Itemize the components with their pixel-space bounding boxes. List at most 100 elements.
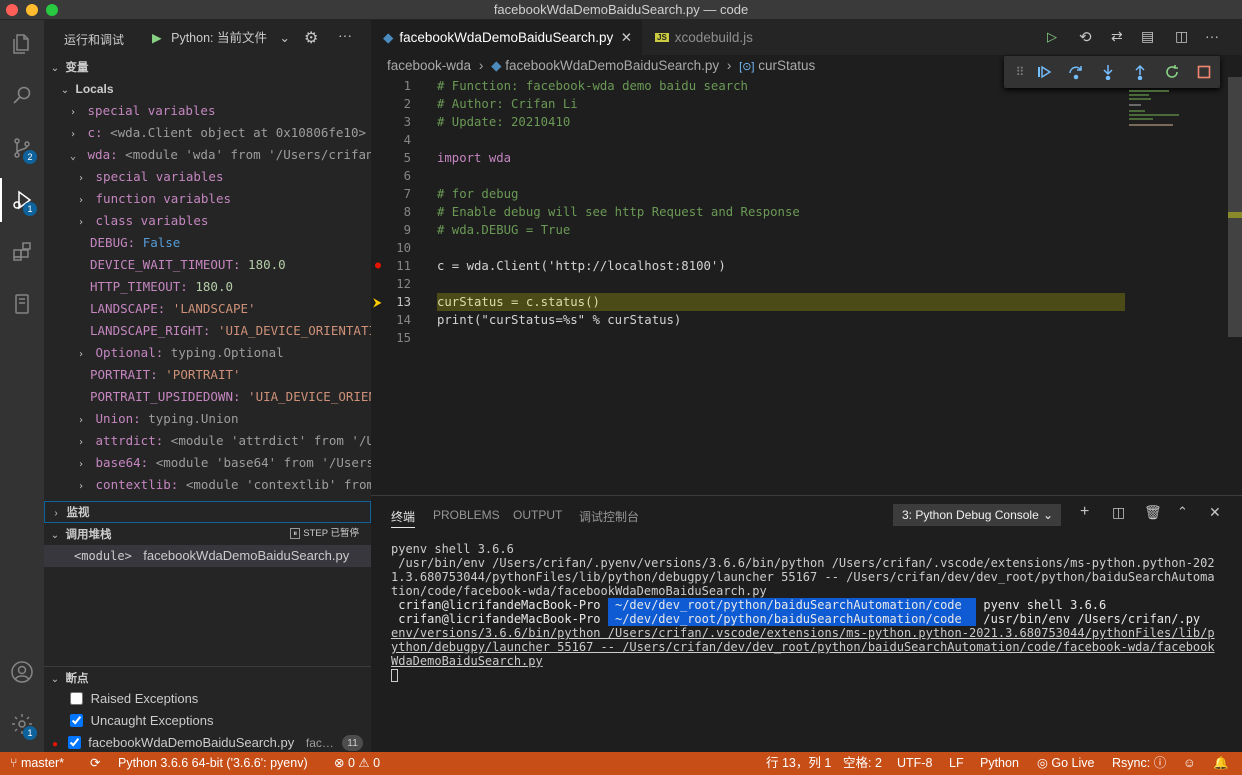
frame-file: facebookWdaDemoBaiduSearch.py [143,548,350,563]
variable-row[interactable]: › function variables [44,188,371,210]
encoding-status[interactable]: UTF-8 [897,752,932,775]
eol-status[interactable]: LF [949,752,964,775]
split-terminal-icon[interactable]: ◫ [1112,504,1125,521]
variable-row[interactable]: › special variables [44,166,371,188]
variable-row[interactable]: HTTP_TIMEOUT: 180.0 [44,276,371,298]
breakpoint-file[interactable]: ● facebookWdaDemoBaiduSearch.py fac… 11 [44,732,371,754]
variable-row[interactable]: › base64: <module 'base64' from '/Users/… [44,452,371,474]
gear-icon[interactable]: ⚙ [304,28,318,48]
branch-status[interactable]: ⑂ master* [10,752,64,775]
chevron-down-icon: ⌄ [69,151,77,162]
code-text: print("curStatus=%s" % curStatus) [437,313,682,327]
open-preview-icon[interactable]: ▤ [1141,28,1154,45]
variable-row[interactable]: › Union: typing.Union [44,408,371,430]
breadcrumb-item[interactable]: curStatus [758,58,815,73]
watch-section-header[interactable]: › 监视 [44,501,371,523]
tab-xcodebuild[interactable]: JS xcodebuild.js [643,20,783,55]
extensions-icon[interactable] [0,230,44,274]
remote-explorer-icon[interactable] [0,282,44,326]
more-actions-icon[interactable]: ··· [338,27,352,43]
variable-row[interactable]: › class variables [44,210,371,232]
sync-icon[interactable]: ⟳ [90,752,100,775]
manage-gear-icon[interactable]: 1 [0,702,44,746]
info-icon: ⓘ [1153,756,1167,770]
variable-row[interactable]: DEVICE_WAIT_TIMEOUT: 180.0 [44,254,371,276]
tab-debug-console[interactable]: 调试控制台 [579,508,639,528]
tab-terminal[interactable]: 终端 [391,508,416,528]
variable-row[interactable]: ⌄ wda: <module 'wda' from '/Users/crifan… [44,144,371,166]
feedback-icon[interactable]: ☺ [1183,752,1196,775]
locals-scope[interactable]: ⌄ Locals [44,78,371,100]
variable-row[interactable]: LANDSCAPE_RIGHT: 'UIA_DEVICE_ORIENTATION… [44,320,371,342]
terminal-output[interactable]: pyenv shell 3.6.6 /usr/bin/env /Users/cr… [371,540,1242,740]
cursor-position[interactable]: 行 13，列 1 [766,752,831,775]
variable-row[interactable]: › c: <wda.Client object at 0x10806fe10> [44,122,371,144]
tab-output[interactable]: OUTPUT [513,508,562,528]
variable-name: contextlib: [95,477,179,492]
bottom-panel: 终端 PROBLEMS OUTPUT 调试控制台 3: Python Debug… [371,495,1242,752]
tab-facebookWdaDemoBaiduSearch[interactable]: ◆ facebookWdaDemoBaiduSearch.py ✕ [371,20,642,55]
variable-row[interactable]: › attrdict: <module 'attrdict' from '/Us… [44,430,371,452]
variable-row[interactable]: › contextlib: <module 'contextlib' from … [44,474,371,496]
js-file-icon: JS [655,33,669,42]
minimize-window-button[interactable] [26,4,38,16]
interpreter-status[interactable]: Python 3.6.6 64-bit ('3.6.6': pyenv) [118,752,308,775]
close-tab-icon[interactable]: ✕ [621,20,632,55]
variable-name: c: [87,125,103,140]
problems-status[interactable]: ⊗ 0 ⚠ 0 [334,752,380,775]
breakpoint-file-checkbox[interactable] [67,736,81,749]
code-editor[interactable]: 1 # Function: facebook-wda demo baidu sea… [371,77,1231,495]
stack-frame[interactable]: <module> facebookWdaDemoBaiduSearch.py [44,545,371,567]
start-debug-icon[interactable]: ▶ [152,31,162,45]
more-actions-icon[interactable]: ··· [1205,28,1219,44]
variable-name: DEBUG: [90,235,136,250]
run-debug-sidebar: 运行和调试 ▶ Python: 当前文件 ⌄ ⚙ ··· ⌄ 变量 ⌄ Loca… [44,20,371,752]
breadcrumb-item[interactable]: facebook-wda [387,58,471,73]
variable-row[interactable]: › special variables [44,100,371,122]
indentation-status[interactable]: 空格: 2 [843,752,882,775]
source-control-icon[interactable]: 2 [0,126,44,170]
notifications-bell-icon[interactable]: 🔔 [1213,752,1229,775]
history-icon[interactable]: ⟲ [1079,28,1092,46]
variable-row[interactable]: PORTRAIT_UPSIDEDOWN: 'UIA_DEVICE_ORIENTA… [44,386,371,408]
language-status[interactable]: Python [980,752,1019,775]
launch-config-dropdown[interactable]: ▶ Python: 当前文件 ⌄ [148,26,294,50]
line-number: 10 [396,241,411,255]
compare-changes-icon[interactable]: ⇄ [1111,28,1123,45]
variable-name: Optional: [95,345,164,360]
close-window-button[interactable] [6,4,18,16]
go-live-button[interactable]: ◎ Go Live [1037,752,1094,775]
zoom-window-button[interactable] [46,4,58,16]
terminal-line: env/versions/3.6.6/bin/python /Users/cri… [391,626,1215,640]
uncaught-exceptions-checkbox[interactable] [70,714,83,727]
code-line: 6 [371,167,1131,185]
search-icon[interactable] [0,74,44,118]
explorer-icon[interactable] [0,22,44,66]
line-number: 6 [403,169,411,183]
code-text: # Enable debug will see http Request and… [437,205,800,219]
tab-problems[interactable]: PROBLEMS [433,508,500,528]
rsync-status[interactable]: Rsync: ⓘ [1112,752,1166,775]
account-icon[interactable] [0,650,44,694]
breakpoints-section-header[interactable]: ⌄ 断点 [44,666,371,688]
trash-icon[interactable]: 🗑 [1144,504,1162,521]
variable-row[interactable]: › Optional: typing.Optional [44,342,371,364]
breakpoint-uncaught-exceptions[interactable]: Uncaught Exceptions [44,710,371,732]
terminal-select[interactable]: 3: Python Debug Console ⌄ [893,504,1061,526]
callstack-section-header[interactable]: ⌄ 调用堆栈 ⏸ STEP 已暂停 [44,523,371,545]
split-editor-icon[interactable]: ◫ [1175,28,1188,45]
raised-exceptions-checkbox[interactable] [70,692,83,705]
new-terminal-icon[interactable]: + [1080,503,1089,521]
run-file-icon[interactable]: ▷ [1047,29,1057,45]
breakpoint-raised-exceptions[interactable]: Raised Exceptions [44,688,371,710]
warning-count: 0 [373,756,381,770]
maximize-panel-icon[interactable]: ⌃ [1177,504,1188,520]
run-debug-icon[interactable]: 1 [0,178,44,222]
variable-row[interactable]: LANDSCAPE: 'LANDSCAPE' [44,298,371,320]
close-panel-icon[interactable]: ✕ [1209,504,1221,521]
variables-section-header[interactable]: ⌄ 变量 [44,56,371,78]
breadcrumb-item[interactable]: facebookWdaDemoBaiduSearch.py [505,58,719,73]
variable-row[interactable]: DEBUG: False [44,232,371,254]
variable-row[interactable]: PORTRAIT: 'PORTRAIT' [44,364,371,386]
chevron-right-icon: › [77,415,85,426]
